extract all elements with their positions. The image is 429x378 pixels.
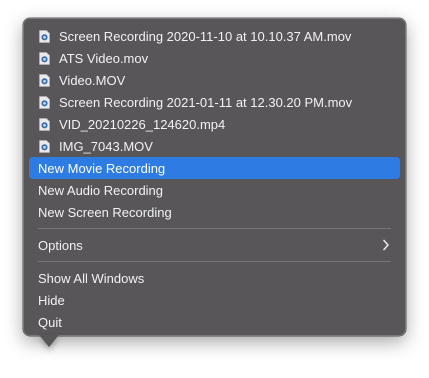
new-audio-recording-item[interactable]: New Audio Recording [29,179,400,201]
quit-label: Quit [38,314,62,330]
new-movie-recording-label: New Movie Recording [38,160,166,176]
movie-file-icon [39,95,50,109]
movie-file-icon [39,29,50,43]
options-label: Options [38,237,83,253]
quit-item[interactable]: Quit [29,311,400,333]
recent-file-label: VID_20210226_124620.mp4 [59,116,226,132]
recent-file-item[interactable]: Screen Recording 2020-11-10 at 10.10.37 … [29,25,400,47]
recent-file-item[interactable]: Screen Recording 2021-01-11 at 12.30.20 … [29,91,400,113]
recent-file-label: Screen Recording 2021-01-11 at 12.30.20 … [59,94,353,110]
screenshot-stage: Screen Recording 2020-11-10 at 10.10.37 … [0,0,429,378]
show-all-windows-label: Show All Windows [38,270,145,286]
chevron-right-icon [383,239,389,251]
menu-pointer-arrow [39,335,59,347]
movie-file-icon [39,51,50,65]
hide-item[interactable]: Hide [29,289,400,311]
menu-separator [38,261,391,262]
recent-file-label: ATS Video.mov [59,50,149,66]
recent-file-item[interactable]: VID_20210226_124620.mp4 [29,113,400,135]
movie-file-icon [39,73,50,87]
new-screen-recording-label: New Screen Recording [38,204,172,220]
new-audio-recording-label: New Audio Recording [38,182,164,198]
new-movie-recording-item[interactable]: New Movie Recording [29,157,400,179]
new-screen-recording-item[interactable]: New Screen Recording [29,201,400,223]
dock-context-menu: Screen Recording 2020-11-10 at 10.10.37 … [23,18,406,336]
options-submenu-item[interactable]: Options [29,234,400,256]
movie-file-icon [39,117,50,131]
recent-file-item[interactable]: ATS Video.mov [29,47,400,69]
recent-file-item[interactable]: IMG_7043.MOV [29,135,400,157]
movie-file-icon [39,139,50,153]
recent-file-label: Screen Recording 2020-11-10 at 10.10.37 … [59,28,352,44]
recent-file-item[interactable]: Video.MOV [29,69,400,91]
recent-file-label: Video.MOV [59,72,126,88]
hide-label: Hide [38,292,65,308]
show-all-windows-item[interactable]: Show All Windows [29,267,400,289]
recent-file-label: IMG_7043.MOV [59,138,153,154]
menu-separator [38,228,391,229]
